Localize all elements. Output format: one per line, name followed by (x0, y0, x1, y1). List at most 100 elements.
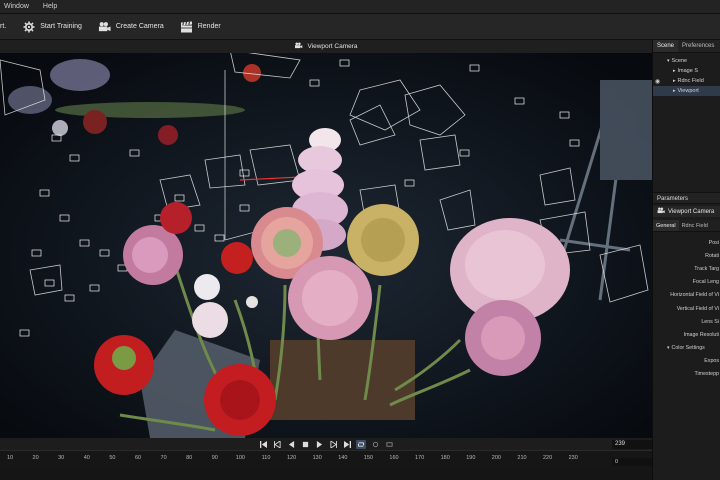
timeline-tick-label: 160 (389, 455, 399, 461)
timeline-tick-label: 200 (491, 455, 501, 461)
parameters-header: Parameters (653, 192, 720, 204)
viewport-camera-tab[interactable]: Viewport Camera (294, 42, 358, 51)
toolbar: rt. Start Training Create Camera Render (0, 14, 720, 40)
timeline-tick-label: 210 (517, 455, 527, 461)
step-back-button[interactable] (286, 440, 296, 449)
chevron-right-icon: ▸ (673, 88, 676, 94)
chevron-down-icon: ▾ (667, 58, 670, 64)
render-button[interactable]: Render (180, 20, 221, 33)
playback-controls (0, 438, 652, 450)
flower-red-rose (204, 364, 276, 436)
menu-window[interactable]: Window (4, 3, 29, 10)
create-camera-button[interactable]: Create Camera (98, 20, 164, 33)
timeline-tick-label: 190 (466, 455, 476, 461)
parameters-tabs: General Rdnc Field (653, 220, 720, 232)
timeline-tick-label: 110 (261, 455, 271, 461)
tab-preferences[interactable]: Preferences (678, 40, 718, 52)
flower-left-pink (123, 225, 183, 285)
timeline-tick-label: 80 (186, 455, 193, 461)
tree-item-label: Scene (671, 58, 688, 64)
flower-center-pink (288, 256, 372, 340)
status-strip (0, 466, 720, 480)
gear-icon (22, 20, 35, 33)
prop-color-settings[interactable]: ▾ Color Settings (653, 342, 720, 355)
clapperboard-icon (180, 20, 193, 33)
truncated-tool-button[interactable]: rt. (0, 23, 6, 30)
viewport-scene[interactable] (0, 40, 652, 438)
tree-item-label: Viewport (677, 88, 699, 94)
tree-item-viewport[interactable]: ▸ Viewport (653, 86, 720, 96)
render-label: Render (197, 23, 221, 30)
prop-exposure: Expos (704, 358, 719, 365)
right-panel: Scene Preferences ▾ Scene ▸ Image S ◉ ▸ … (652, 40, 720, 480)
camera-icon (98, 20, 111, 33)
tree-item-image-set[interactable]: ▸ Image S (653, 66, 720, 76)
eye-icon[interactable]: ◉ (653, 78, 662, 85)
viewport-header: Viewport Camera (0, 40, 652, 53)
play-button[interactable] (314, 440, 324, 449)
prop-vertical-fov: Vertical Field of Vi (676, 305, 719, 312)
timeline-tick-label: 40 (83, 455, 90, 461)
prop-timestepping: Timestepp (694, 371, 719, 378)
prev-key-button[interactable] (272, 440, 282, 449)
chevron-right-icon: ▸ (673, 68, 676, 74)
menu-help[interactable]: Help (43, 3, 57, 10)
tree-item-scene[interactable]: ▾ Scene (653, 56, 720, 66)
scene-panel-tabs: Scene Preferences (653, 40, 720, 53)
current-frame-field[interactable]: 0 (612, 458, 652, 466)
timeline-tick-label: 60 (134, 455, 142, 461)
timeline-tick-label: 230 (568, 455, 578, 461)
prop-position: Posi (708, 239, 719, 246)
prop-focal-length: Focal Leng (692, 279, 719, 286)
truncated-tool-label: rt. (0, 23, 7, 30)
flower-rose (465, 300, 541, 376)
frame-total-field[interactable]: 239 (612, 440, 652, 449)
timeline-ruler[interactable]: 10 20 30 40 50 60 70 80 90 100 110 120 130 140 150 160 1… (0, 450, 652, 466)
timeline-tick-label: 50 (109, 455, 116, 461)
timeline-tick-label: 140 (338, 455, 348, 461)
timeline-tick-label: 130 (312, 455, 322, 461)
camera-icon (294, 42, 303, 51)
tree-item-label: Image S (677, 68, 698, 74)
timeline-tick-label: 180 (440, 455, 450, 461)
tree-item-radiance-field[interactable]: ◉ ▸ Rdnc Field (653, 76, 720, 86)
tab-scene[interactable]: Scene (653, 40, 679, 52)
timeline-tick-label: 170 (415, 455, 425, 461)
prop-color-settings-label: Color Settings (671, 345, 705, 352)
timeline-tick-label: 120 (287, 455, 297, 461)
property-list: Posi Rotati Track Targ Focal Leng Horizo… (653, 236, 720, 381)
stop-button[interactable] (300, 440, 310, 449)
scene-tree: ▾ Scene ▸ Image S ◉ ▸ Rdnc Field ▸ Viewp… (653, 53, 720, 96)
timeline-tick-label: 100 (235, 455, 245, 461)
flower-red-bottom-left (94, 335, 154, 395)
prop-image-resolution: Image Resoluti (683, 331, 719, 338)
bounce-button[interactable] (370, 440, 380, 449)
skip-end-button[interactable] (342, 440, 352, 449)
tab-radiance-field[interactable]: Rdnc Field (679, 220, 711, 231)
tree-item-label: Rdnc Field (677, 78, 704, 84)
timeline-tick-label: 30 (58, 455, 65, 461)
flower-yellow (347, 204, 419, 276)
prop-rotation: Rotati (705, 252, 719, 259)
viewport[interactable]: Viewport Camera (0, 40, 652, 438)
create-camera-label: Create Camera (115, 23, 164, 30)
timeline-tick-label: 150 (363, 455, 373, 461)
record-button[interactable] (384, 440, 394, 449)
start-training-button[interactable]: Start Training (22, 20, 82, 33)
prop-horizontal-fov: Horizontal Field of Vi (670, 292, 719, 299)
tab-general[interactable]: General (653, 220, 679, 231)
parameters-object: Viewport Camera (653, 206, 720, 217)
prop-lens-size: Lens Si (701, 318, 719, 325)
loop-button[interactable] (356, 439, 366, 449)
timeline-tick-label: 220 (543, 455, 553, 461)
timeline-tick-label: 10 (6, 455, 14, 461)
timeline-tick-label: 90 (211, 455, 218, 461)
camera-icon (657, 207, 665, 216)
chevron-down-icon: ▾ (667, 345, 670, 352)
skip-start-button[interactable] (258, 440, 268, 449)
prop-track-target: Track Targ (694, 265, 719, 272)
next-key-button[interactable] (328, 440, 338, 449)
timeline-tick-label: 20 (32, 455, 39, 461)
chevron-right-icon: ▸ (673, 78, 676, 84)
menu-bar: Window Help (0, 0, 720, 14)
